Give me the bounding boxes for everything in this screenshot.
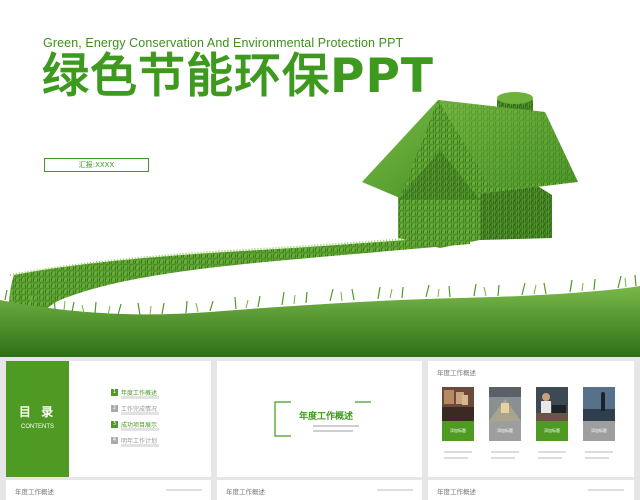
contents-subtitle: CONTENTS [21, 424, 54, 430]
overview-card-label: 添加标题 [536, 421, 568, 441]
overview-card-label: 添加标题 [583, 421, 615, 441]
subtitle-english: Green, Energy Conservation And Environme… [43, 36, 404, 50]
contents-title: 目 录 [18, 405, 57, 419]
overview-text-line [444, 457, 468, 459]
office-photo [536, 387, 568, 421]
thumbnail-slide[interactable]: 年度工作概述 [6, 480, 211, 500]
thumbnail-overview[interactable]: 年度工作概述 添加标题 添加标题 添加标题 添加标题 [428, 361, 634, 477]
overview-text-line [491, 457, 515, 459]
thumbnail-slide[interactable]: 年度工作概述 [217, 480, 422, 500]
overview-card: 添加标题 [583, 387, 615, 443]
contents-item-number: 3 [111, 421, 118, 428]
section-text-line [313, 430, 353, 432]
office-photo [489, 387, 521, 421]
office-photo [583, 387, 615, 421]
overview-text-line [538, 451, 566, 453]
overview-text-line [491, 451, 519, 453]
overview-text-line [538, 457, 562, 459]
thumbnail-contents[interactable]: 目 录 CONTENTS 1 年度工作概述 2 工作完成情况 3 成功项目展示 … [6, 361, 211, 477]
grass-ground [0, 286, 640, 357]
overview-text-line [585, 457, 609, 459]
slide-header: 年度工作概述 [437, 488, 476, 496]
overview-text-line [585, 451, 613, 453]
overview-card: 添加标题 [489, 387, 521, 443]
overview-card-label: 添加标题 [489, 421, 521, 441]
overview-card: 添加标题 [536, 387, 568, 443]
grass-house [362, 92, 578, 248]
section-title: 年度工作概述 [299, 412, 354, 422]
slide-header: 年度工作概述 [226, 488, 265, 496]
office-photo [442, 387, 474, 421]
main-slide[interactable]: Green, Energy Conservation And Environme… [0, 0, 640, 357]
overview-card: 添加标题 [442, 387, 474, 443]
slide-title: 绿色节能环保PPT [42, 49, 434, 104]
overview-text-line [444, 451, 472, 453]
contents-item-number: 4 [111, 437, 118, 444]
contents-item-number: 1 [111, 389, 118, 396]
contents-item-number: 2 [111, 405, 118, 412]
slide-header: 年度工作概述 [15, 488, 54, 496]
overview-header: 年度工作概述 [437, 369, 476, 377]
overview-card-label: 添加标题 [442, 421, 474, 441]
section-text-line [313, 425, 359, 427]
thumbnail-section[interactable]: 年度工作概述 [217, 361, 422, 477]
thumbnail-slide[interactable]: 年度工作概述 [428, 480, 634, 500]
reporter-box: 汇报:XXXX [44, 158, 149, 172]
